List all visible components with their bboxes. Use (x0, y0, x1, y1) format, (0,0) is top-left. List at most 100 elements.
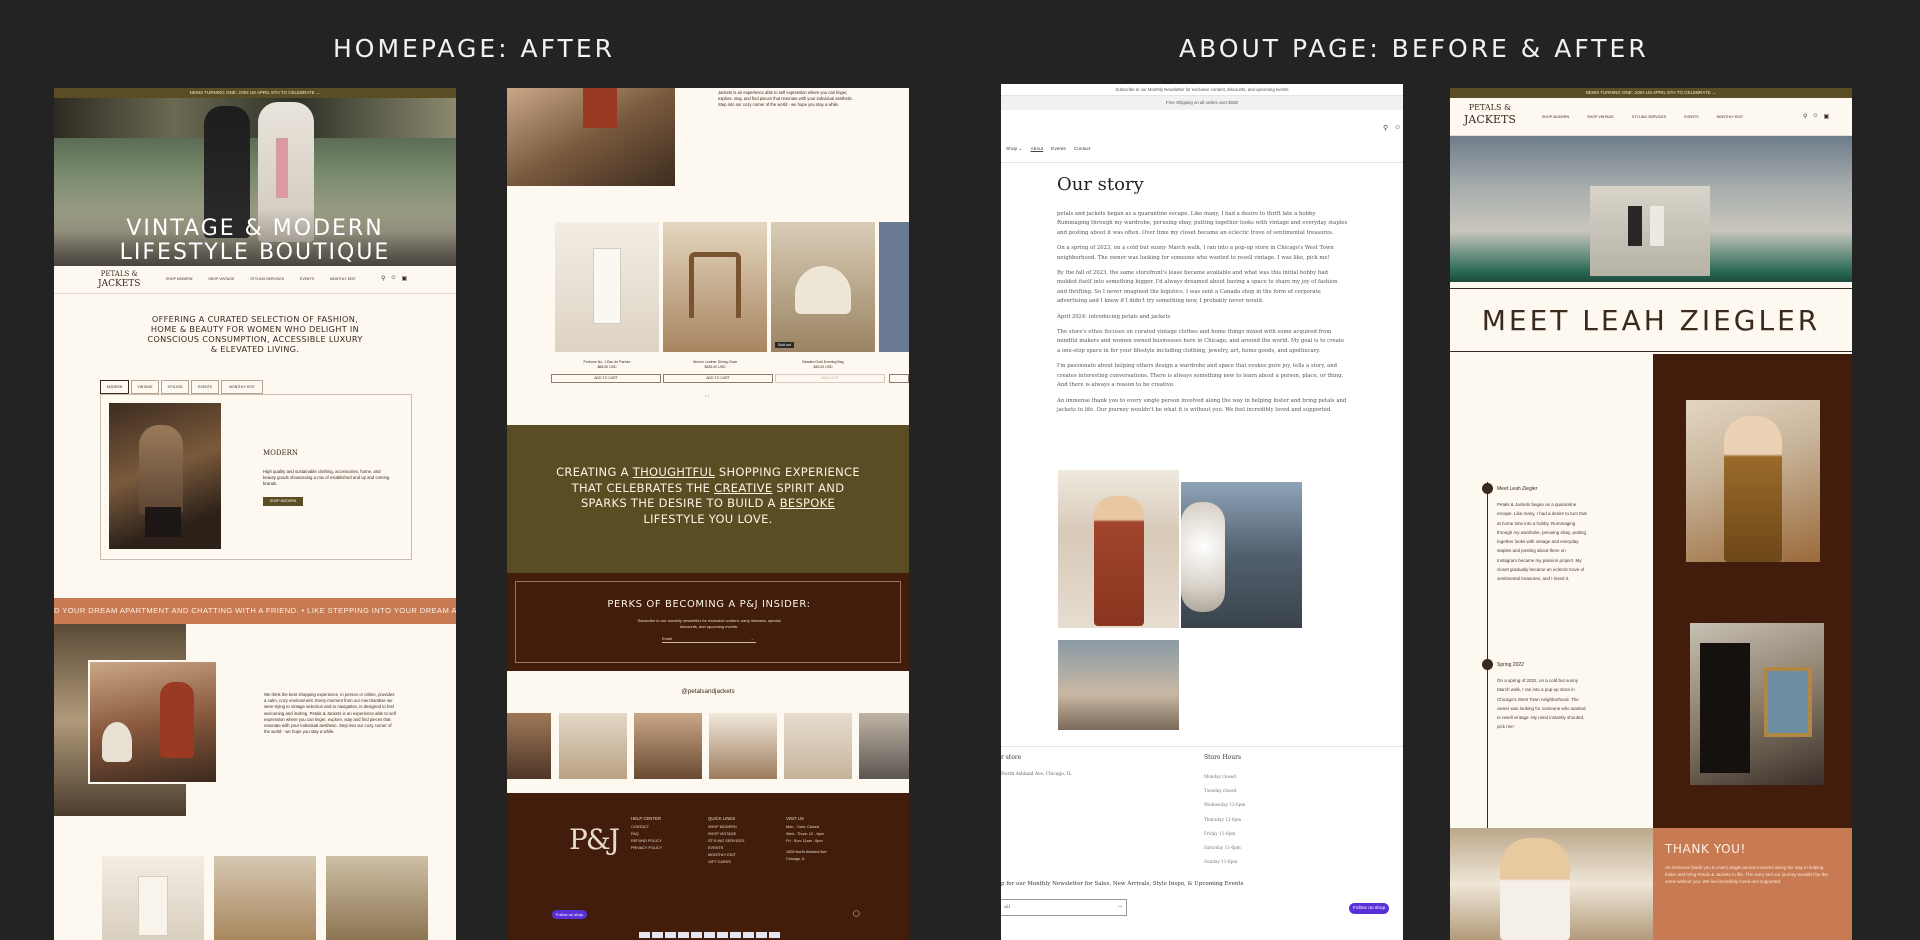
footer-hours-3: Fri - Sun: 11am - 6pm (786, 839, 823, 843)
footer-link-shop-vintage[interactable]: SHOP VINTAGE (708, 831, 744, 838)
before-announcement[interactable]: Subscribe to our Monthly Newsletter for … (1001, 84, 1403, 96)
ig-photo-1[interactable] (507, 713, 551, 779)
nav-shop-vintage[interactable]: SHOP VINTAGE (208, 277, 234, 281)
instagram-handle[interactable]: @petalsandjackets (507, 688, 909, 695)
footer-link-contact[interactable]: CONTACT (631, 824, 662, 831)
sold-out-button-3[interactable]: SOLD OUT (775, 374, 885, 383)
add-to-cart-button-2[interactable]: ADD TO CART (663, 374, 773, 383)
social-icon[interactable]: ◯ (853, 910, 860, 917)
search-icon[interactable]: ⚲ (381, 275, 385, 282)
footer-hours-1: Mon - Tues: Closed (786, 825, 819, 829)
timeline-photo-2 (1690, 623, 1824, 785)
header-icons: ⚲ ☺ ▣ (381, 275, 407, 282)
footer-link-monthly-edit[interactable]: MONTHLY EDIT (708, 852, 744, 859)
after-announcement[interactable]: NEWS TURNING ONE: JOIN US APRIL 5TH TO C… (1450, 88, 1852, 98)
nav-contact[interactable]: Contact (1074, 147, 1091, 152)
nav-events[interactable]: EVENTS (1684, 115, 1698, 119)
footer-link-faq[interactable]: FAQ (631, 831, 662, 838)
product-card-1-image[interactable] (555, 222, 659, 352)
footer-link-styling[interactable]: STYLING SERVICES (708, 838, 744, 845)
product-card-3-image[interactable]: Sold out (771, 222, 875, 352)
footer-link-events[interactable]: EVENTS (708, 845, 744, 852)
announcement-bar[interactable]: NEWS TURNING ONE: JOIN US APRIL 5TH TO C… (54, 88, 456, 98)
nav-events[interactable]: EVENTS (300, 277, 314, 281)
arrow-right-icon[interactable]: → (750, 634, 754, 643)
nav-about[interactable]: About (1031, 147, 1044, 152)
balloon-arch (1181, 502, 1225, 612)
nav-shop-vintage[interactable]: SHOP VINTAGE (1587, 115, 1614, 119)
peek-product-3[interactable] (326, 856, 428, 940)
timeline-dot-1 (1482, 483, 1493, 494)
nav-styling-services[interactable]: STYLING SERVICES (1632, 115, 1667, 119)
nav-divider (1001, 162, 1403, 163)
peek-product-2[interactable] (214, 856, 316, 940)
hours-saturday: Saturday 11-6pm (1204, 845, 1241, 851)
account-icon[interactable]: ☺ (1812, 113, 1818, 120)
hours-tuesday: Tuesday closed (1204, 788, 1237, 794)
hero-image: VINTAGE & MODERN LIFESTYLE BOUTIQUE (54, 98, 456, 266)
story-paragraph-4: April 2024: introducing petals and jacke… (1057, 313, 1171, 320)
ig-photo-3[interactable] (634, 713, 702, 779)
story-paragraph-2: On a spring of 2023, on a cold but sunny… (1057, 245, 1334, 261)
peek-product-1[interactable] (102, 856, 204, 940)
hero-figure-light (1650, 206, 1664, 246)
payment-icon (704, 932, 715, 938)
ig-photo-4[interactable] (709, 713, 777, 779)
add-to-cart-button-4[interactable] (889, 374, 909, 383)
before-email-input[interactable]: ail → (1001, 899, 1127, 916)
timeline-title-1: Meet Leah Ziegler (1497, 486, 1538, 492)
after-logo[interactable]: PETALS & JACKETS (1464, 102, 1516, 126)
ig-photo-2[interactable] (559, 713, 627, 779)
hero-title-line2: LIFESTYLE BOUTIQUE (119, 240, 391, 265)
card-shop-button[interactable]: SHOP MODERN (263, 497, 303, 506)
perks-frame: PERKS OF BECOMING A P&J INSIDER: Subscri… (515, 581, 901, 663)
perks-title: PERKS OF BECOMING A P&J INSIDER: (607, 599, 811, 610)
carousel-dots[interactable]: • • (705, 393, 709, 398)
nav-monthly-edit[interactable]: MONTHLY EDIT (1717, 115, 1743, 119)
cart-icon[interactable]: ▣ (1824, 113, 1830, 120)
before-email-placeholder: ail (1004, 904, 1011, 910)
nav-shop-modern[interactable]: SHOP MODERN (166, 277, 192, 281)
product-card-2-image[interactable] (663, 222, 767, 352)
tab-events[interactable]: EVENTS (191, 380, 219, 394)
site-logo[interactable]: PETALS & JACKETS (98, 269, 140, 289)
footer-link-gift-cards[interactable]: GIFT CARDS (708, 859, 744, 866)
story-paragraph-6: I'm passionate about helping others desi… (1057, 363, 1344, 389)
before-follow-shop-button[interactable]: Follow on shop (1349, 903, 1390, 914)
payment-icon (691, 932, 702, 938)
tab-styling[interactable]: STYLING (161, 380, 189, 394)
footer-link-refund[interactable]: REFUND POLICY (631, 838, 662, 845)
ig-photo-5[interactable] (784, 713, 852, 779)
search-icon[interactable]: ⚲ (1383, 124, 1388, 132)
after-nav: SHOP MODERN SHOP VINTAGE STYLING SERVICE… (1542, 115, 1743, 119)
footer-link-privacy[interactable]: PRIVACY POLICY (631, 845, 662, 852)
before-photo-storefront (1181, 482, 1302, 628)
arrow-right-icon[interactable]: → (1118, 900, 1122, 915)
account-icon[interactable]: ☺ (1394, 124, 1401, 132)
nav-shop[interactable]: Shop ⌄ (1006, 147, 1023, 152)
footer-link-shop-modern[interactable]: SHOP MODERN (708, 824, 744, 831)
nav-events[interactable]: Events (1051, 147, 1066, 152)
footer-help-title: HELP CENTER (631, 816, 662, 821)
timeline-dot-2 (1482, 659, 1493, 670)
perks-email-input[interactable]: Email → (662, 634, 756, 643)
product-card-4-peek[interactable] (879, 222, 909, 352)
nav-shop-modern[interactable]: SHOP MODERN (1542, 115, 1569, 119)
cart-icon[interactable]: ▣ (402, 275, 408, 282)
tab-modern[interactable]: MODERN (100, 380, 129, 394)
before-newsletter-text: p for our Monthly Newsletter for Sales, … (1001, 881, 1244, 887)
add-to-cart-button-1[interactable]: ADD TO CART (551, 374, 661, 383)
ig-photo-6[interactable] (859, 713, 909, 779)
nav-monthly-edit[interactable]: MONTHLY EDIT (330, 277, 356, 281)
follow-on-shop-button[interactable]: Follow on shop (552, 910, 587, 919)
footer-monogram[interactable]: P&J (569, 823, 620, 856)
homepage-panel-top: NEWS TURNING ONE: JOIN US APRIL 5TH TO C… (54, 88, 456, 940)
timeline-section: Meet Leah Ziegler Petals & Jackets began… (1450, 354, 1852, 828)
timeline-title-2: Spring 2022 (1497, 662, 1524, 668)
hero-title: VINTAGE & MODERN LIFESTYLE BOUTIQUE (54, 217, 456, 265)
nav-styling-services[interactable]: STYLING SERVICES (250, 277, 284, 281)
tab-vintage[interactable]: VINTAGE (131, 380, 159, 394)
search-icon[interactable]: ⚲ (1803, 113, 1807, 120)
account-icon[interactable]: ☺ (390, 275, 396, 282)
tab-monthly-edit[interactable]: MONTHLY EDIT (221, 380, 263, 394)
